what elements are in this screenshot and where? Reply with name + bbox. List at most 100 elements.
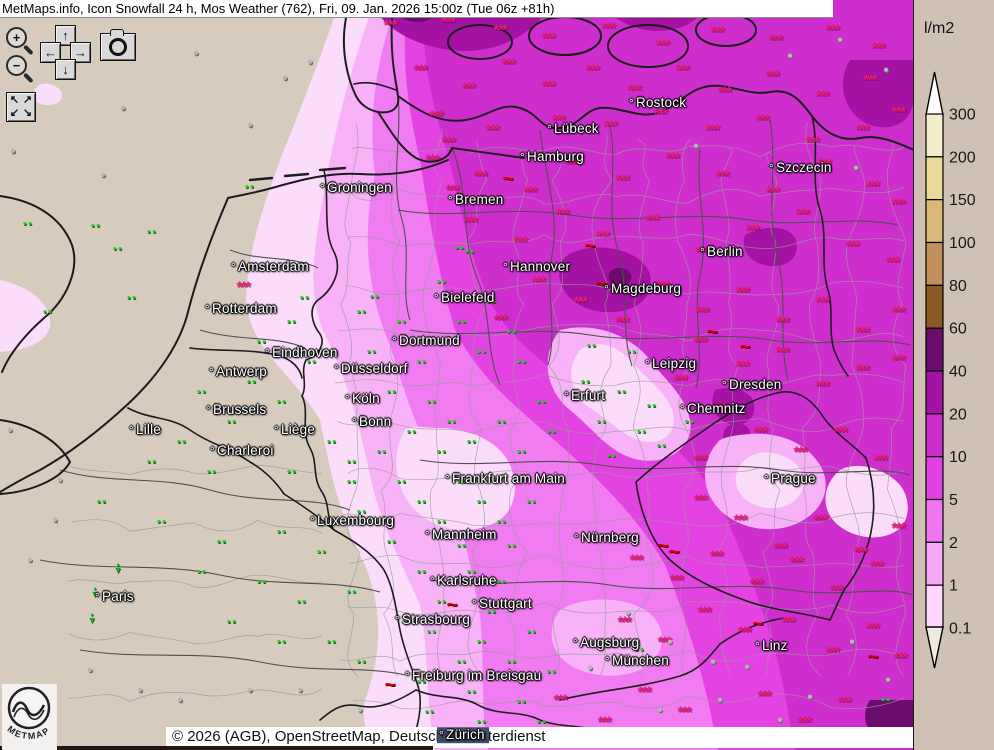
city-label: °Liège xyxy=(274,422,315,437)
legend-band xyxy=(926,457,943,500)
city-name: Prague xyxy=(771,471,816,486)
arrow-up-icon: ↑ xyxy=(62,29,69,42)
city-name: Karlsruhe xyxy=(437,573,497,588)
city-label: °Bonn xyxy=(352,414,391,429)
legend-band xyxy=(926,200,943,243)
city-label: °Düsseldorf xyxy=(334,361,408,376)
legend-band xyxy=(926,243,943,286)
legend-band xyxy=(926,285,943,328)
city-name: Dresden xyxy=(729,377,781,392)
city-name: Magdeburg xyxy=(611,281,681,296)
city-label: °Lille xyxy=(129,422,161,437)
city-label: °Stuttgart xyxy=(472,596,532,611)
city-name: Lübeck xyxy=(554,121,599,136)
city-marker-icon: ° xyxy=(445,472,450,486)
city-name: Stuttgart xyxy=(479,596,532,611)
city-name: Bremen xyxy=(455,192,503,207)
legend-band xyxy=(926,371,943,414)
city-marker-icon: ° xyxy=(345,392,350,406)
city-name: Hannover xyxy=(510,259,570,274)
legend-band xyxy=(926,157,943,200)
city-label: °Chemnitz xyxy=(680,401,746,416)
city-marker-icon: ° xyxy=(425,528,430,542)
expand-arrow-icon: ↖ xyxy=(8,94,21,107)
city-marker-icon: ° xyxy=(755,639,760,653)
city-marker-icon: ° xyxy=(210,444,215,458)
pan-down-button[interactable]: ↓ xyxy=(55,59,76,80)
city-label: °Antwerp xyxy=(209,364,267,379)
legend-tick-label: 2 xyxy=(949,535,958,552)
legend-tick-label: 20 xyxy=(949,406,967,423)
city-label: °Amsterdam xyxy=(231,259,309,274)
title-bar: MetMaps.info, Icon Snowfall 24 h, Mos We… xyxy=(0,0,833,18)
legend-scale: 30020015010080604020105210.1 xyxy=(914,0,994,750)
fullscreen-button[interactable]: ↖↗↙↘ xyxy=(6,92,36,122)
city-label: °Strasbourg xyxy=(395,612,470,627)
arrow-left-icon: ← xyxy=(44,46,57,59)
metmaps-logo-graphic: METMAPS xyxy=(2,684,57,750)
city-name: Strasbourg xyxy=(402,612,470,627)
city-name: Frankfurt am Main xyxy=(452,471,565,486)
legend-panel: l/m2 30020015010080604020105210.1 xyxy=(914,0,994,750)
city-name: Lille xyxy=(136,422,161,437)
city-marker-icon: ° xyxy=(448,193,453,207)
city-marker-icon: ° xyxy=(231,260,236,274)
legend-tick-label: 0.1 xyxy=(949,621,971,638)
city-label: °München xyxy=(605,653,669,668)
city-label: °Szczecin xyxy=(769,160,832,175)
legend-arrow-bottom xyxy=(926,627,943,668)
map-canvas[interactable]: ****************************************… xyxy=(0,0,914,750)
city-label: °Mannheim xyxy=(425,527,497,542)
city-name: Erfurt xyxy=(571,388,605,403)
legend-tick-label: 300 xyxy=(949,107,976,124)
city-marker-icon: ° xyxy=(274,423,279,437)
city-marker-icon: ° xyxy=(472,597,477,611)
city-name: Berlin xyxy=(707,244,743,259)
city-marker-icon: ° xyxy=(395,613,400,627)
city-name: München xyxy=(612,653,669,668)
expand-arrow-icon: ↗ xyxy=(21,94,34,107)
city-name: Dortmund xyxy=(399,333,460,348)
zoom-in-icon: + xyxy=(13,30,21,45)
city-label: °Freiburg im Breisgau xyxy=(405,668,541,683)
city-name: Eindhoven xyxy=(272,345,338,360)
legend-band xyxy=(926,500,943,543)
city-marker-icon: ° xyxy=(769,161,774,175)
legend-band xyxy=(926,585,943,628)
city-marker-icon: ° xyxy=(320,181,325,195)
city-name: Brussels xyxy=(213,402,266,417)
zoom-out-button[interactable]: − xyxy=(6,55,27,76)
city-label: °Erfurt xyxy=(564,388,605,403)
city-name: Amsterdam xyxy=(238,259,309,274)
legend-arrow-top xyxy=(926,72,943,115)
zoom-in-button[interactable]: + xyxy=(6,27,27,48)
city-name: Luxembourg xyxy=(317,513,394,528)
screenshot-button[interactable] xyxy=(100,33,136,61)
legend-tick-label: 10 xyxy=(949,449,967,466)
city-label: °Rotterdam xyxy=(205,301,277,316)
city-marker-icon: ° xyxy=(564,389,569,403)
city-marker-icon: ° xyxy=(680,402,685,416)
city-label: °Rostock xyxy=(629,95,686,110)
city-name: Rostock xyxy=(636,95,686,110)
legend-tick-label: 200 xyxy=(949,149,976,166)
city-marker-icon: ° xyxy=(439,728,444,742)
legend-tick-label: 40 xyxy=(949,364,967,381)
city-name: Rotterdam xyxy=(212,301,277,316)
city-marker-icon: ° xyxy=(265,346,270,360)
legend-tick-label: 1 xyxy=(949,578,958,595)
city-name: Charleroi xyxy=(217,443,274,458)
legend-tick-label: 100 xyxy=(949,235,976,252)
city-name: Antwerp xyxy=(216,364,267,379)
city-label: °Dresden xyxy=(722,377,781,392)
city-label: °Dortmund xyxy=(392,333,460,348)
city-marker-icon: ° xyxy=(547,122,552,136)
metmaps-logo[interactable]: METMAPS xyxy=(2,684,57,750)
city-name: Zürich xyxy=(446,727,485,742)
legend-band xyxy=(926,542,943,585)
city-name: Augsburg xyxy=(580,635,639,650)
city-label: °Zürich xyxy=(437,727,489,743)
city-marker-icon: ° xyxy=(573,636,578,650)
city-label: °Hannover xyxy=(503,259,570,274)
city-label: °Leipzig xyxy=(645,356,696,371)
